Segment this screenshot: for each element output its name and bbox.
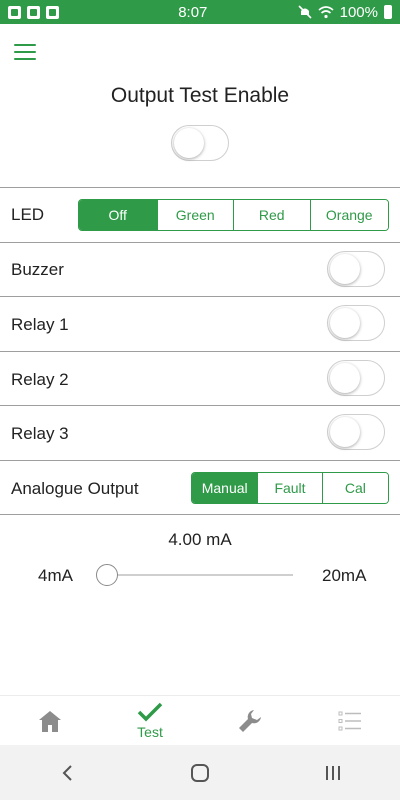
nav-home[interactable] [0, 696, 100, 745]
slider-track[interactable] [100, 574, 293, 576]
divider [0, 187, 400, 188]
list-icon [338, 711, 361, 730]
toggle-knob [330, 417, 360, 447]
notification-icons [8, 5, 128, 19]
toggle-knob [330, 363, 360, 393]
nav-test[interactable]: Test [100, 696, 200, 745]
output-test-enable-toggle[interactable] [171, 125, 229, 161]
relay-1-label: Relay 1 [11, 315, 69, 334]
relay-1-toggle[interactable] [327, 305, 385, 341]
divider [0, 351, 400, 352]
buzzer-label: Buzzer [11, 260, 64, 279]
system-recents-button[interactable] [313, 758, 353, 788]
nav-settings[interactable] [200, 696, 300, 745]
toggle-knob [174, 128, 204, 158]
relay-3-label: Relay 3 [11, 424, 69, 443]
toggle-knob [330, 254, 360, 284]
analogue-output-label: Analogue Output [11, 479, 139, 498]
divider [0, 514, 400, 515]
status-bar: 8:07 100% [0, 0, 400, 24]
image-notification-icon [46, 5, 59, 19]
home-circle-icon [190, 763, 209, 782]
check-icon [137, 702, 163, 722]
divider [0, 242, 400, 243]
back-icon [62, 764, 72, 781]
home-icon [39, 710, 61, 732]
slider-thumb[interactable] [96, 564, 118, 586]
nav-list[interactable] [300, 696, 400, 745]
analogue-output-segmented-control: Manual Fault Cal [191, 472, 389, 504]
nav-test-label: Test [137, 724, 163, 740]
recents-icon [326, 765, 341, 780]
toggle-knob [330, 308, 360, 338]
led-option-orange[interactable]: Orange [309, 200, 388, 230]
wifi-icon [318, 6, 334, 19]
system-back-button[interactable] [47, 758, 87, 788]
relay-2-label: Relay 2 [11, 370, 69, 389]
notification-icon [27, 5, 40, 19]
slider-max-label: 20mA [322, 566, 367, 585]
analogue-option-cal[interactable]: Cal [321, 473, 388, 503]
system-nav-bar [0, 745, 400, 800]
status-right: 100% [298, 4, 392, 21]
menu-icon [14, 44, 36, 46]
relay-3-toggle[interactable] [327, 414, 385, 450]
led-segmented-control: Off Green Red Orange [78, 199, 389, 231]
bottom-nav: Test [0, 695, 400, 745]
system-home-button[interactable] [180, 758, 220, 788]
wrench-icon [239, 709, 261, 732]
divider [0, 405, 400, 406]
mute-icon [298, 5, 312, 19]
buzzer-toggle[interactable] [327, 251, 385, 287]
analogue-option-fault[interactable]: Fault [257, 473, 322, 503]
led-option-off[interactable]: Off [79, 200, 157, 230]
divider [0, 460, 400, 461]
battery-percent: 100% [339, 3, 378, 21]
analogue-option-manual[interactable]: Manual [192, 473, 258, 503]
page-title: Output Test Enable [110, 84, 290, 107]
relay-2-toggle[interactable] [327, 360, 385, 396]
slider-min-label: 4mA [38, 566, 73, 585]
led-option-green[interactable]: Green [156, 200, 233, 230]
notification-icon [8, 5, 21, 19]
led-option-red[interactable]: Red [233, 200, 310, 230]
menu-icon-line [14, 58, 36, 60]
led-label: LED [11, 205, 45, 224]
battery-icon [384, 5, 392, 19]
menu-icon-line [14, 51, 36, 53]
menu-button[interactable] [14, 44, 36, 60]
current-value-text: 4.00 mA [168, 530, 232, 549]
divider [0, 296, 400, 297]
status-time: 8:07 [178, 3, 208, 21]
